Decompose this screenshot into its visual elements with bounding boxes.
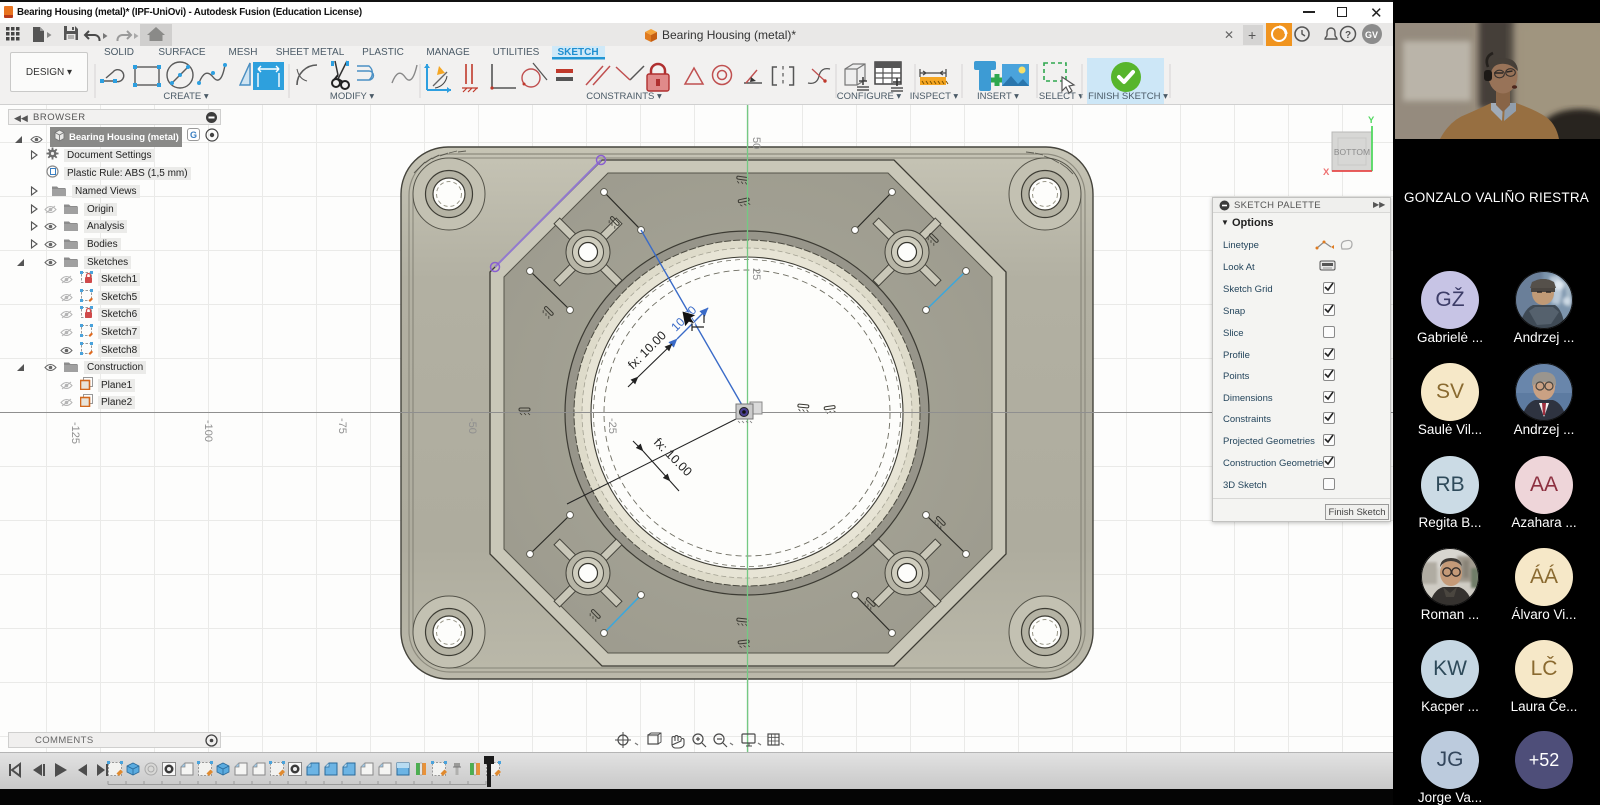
svg-text:CREATE ▾: CREATE ▾ — [163, 91, 208, 102]
svg-text:CONSTRAINTS ▾: CONSTRAINTS ▾ — [586, 91, 662, 102]
svg-text:SELECT ▾: SELECT ▾ — [1039, 91, 1083, 102]
svg-text:X: X — [1323, 167, 1330, 178]
svg-text:+: + — [1248, 27, 1256, 43]
svg-text:CONFIGURE ▾: CONFIGURE ▾ — [837, 91, 902, 102]
svg-text:?: ? — [1345, 30, 1351, 41]
svg-text:FINISH SKETCH ▾: FINISH SKETCH ▾ — [1088, 91, 1168, 102]
svg-text:BOTTOM: BOTTOM — [1334, 147, 1370, 157]
svg-text:MODIFY ▾: MODIFY ▾ — [330, 91, 374, 102]
svg-text:INSERT ▾: INSERT ▾ — [977, 91, 1019, 102]
svg-text:Y: Y — [1368, 115, 1375, 126]
svg-text:INSPECT ▾: INSPECT ▾ — [910, 91, 959, 102]
svg-text:GV: GV — [1365, 30, 1378, 40]
svg-text:Bearing Housing (metal)*: Bearing Housing (metal)* — [662, 28, 796, 42]
svg-text:✕: ✕ — [1224, 28, 1234, 42]
